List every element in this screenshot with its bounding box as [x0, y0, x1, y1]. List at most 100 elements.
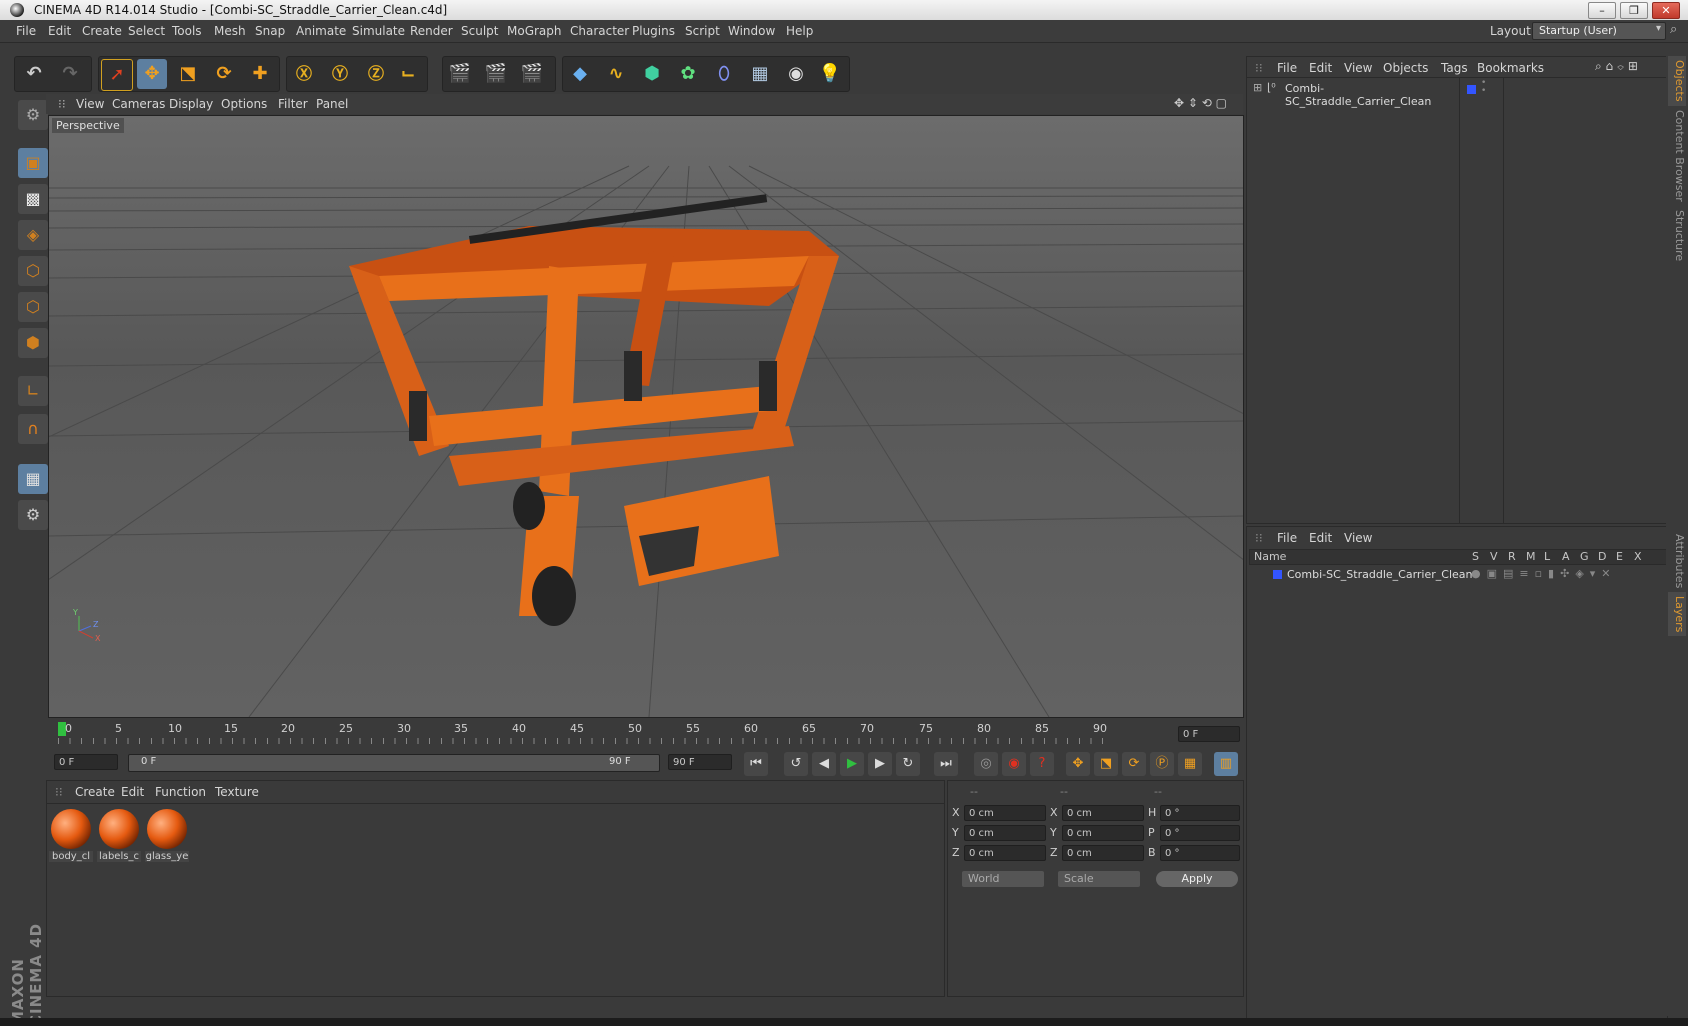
floor-icon[interactable]: ▦ — [745, 59, 775, 89]
transform-mode-dropdown[interactable]: Scale — [1058, 871, 1140, 887]
texture-mode-icon[interactable]: ▩ — [18, 184, 48, 214]
coordinate-system-icon[interactable]: ⌙ — [393, 59, 423, 89]
menu-simulate[interactable]: Simulate — [352, 24, 405, 38]
camera-icon[interactable]: ◉ — [781, 59, 811, 89]
next-key-icon[interactable]: ↻ — [896, 752, 920, 776]
menu-create[interactable]: Create — [82, 24, 122, 38]
key-rotation-icon[interactable]: ⟳ — [1122, 752, 1146, 776]
viewport-menu-filter[interactable]: Filter — [278, 97, 308, 111]
material-menu-texture[interactable]: Texture — [215, 785, 259, 799]
x-axis-lock-icon[interactable]: Ⓧ — [289, 59, 319, 89]
apply-button[interactable]: Apply — [1156, 871, 1238, 887]
menu-help[interactable]: Help — [786, 24, 813, 38]
menu-plugins[interactable]: Plugins — [632, 24, 675, 38]
next-frame-icon[interactable]: ▶ — [868, 752, 892, 776]
redo-icon[interactable]: ↷ — [55, 59, 85, 89]
rotate-tool-icon[interactable]: ⟳ — [209, 59, 239, 89]
spline-icon[interactable]: ∿ — [601, 59, 631, 89]
position-y-field[interactable]: 0 cm — [964, 825, 1046, 841]
viewport-menu-options[interactable]: Options — [221, 97, 267, 111]
position-x-field[interactable]: 0 cm — [964, 805, 1046, 821]
search-icon[interactable]: ⌕ ⌂ ⌔ ⊞ — [1595, 59, 1638, 74]
layer-color-swatch[interactable] — [1273, 570, 1282, 579]
object-menu-file[interactable]: File — [1277, 61, 1297, 75]
key-help-icon[interactable]: ? — [1030, 752, 1054, 776]
previous-key-icon[interactable]: ↺ — [784, 752, 808, 776]
model-mode-icon[interactable]: ▣ — [18, 148, 48, 178]
menu-edit[interactable]: Edit — [48, 24, 71, 38]
layer-menu-edit[interactable]: Edit — [1309, 531, 1332, 545]
scale-x-field[interactable]: 0 cm — [1062, 805, 1144, 821]
tab-structure[interactable]: Structure — [1668, 206, 1686, 265]
material-swatch[interactable]: body_cl — [49, 807, 93, 862]
object-menu-bookmarks[interactable]: Bookmarks — [1477, 61, 1544, 75]
material-swatch[interactable]: glass_ye — [145, 807, 189, 862]
layer-flags-icons[interactable]: ●▣▤≡▫▮✣◈▾✕ — [1471, 567, 1617, 580]
tab-layers[interactable]: Layers — [1668, 592, 1686, 637]
light-icon[interactable]: 💡 — [815, 59, 845, 89]
rotation-p-field[interactable]: 0 ° — [1160, 825, 1240, 841]
scale-z-field[interactable]: 0 cm — [1062, 845, 1144, 861]
material-menu-create[interactable]: Create — [75, 785, 115, 799]
points-mode-icon[interactable]: ⬡ — [18, 256, 48, 286]
tab-attributes[interactable]: Attributes — [1668, 530, 1686, 592]
make-editable-icon[interactable]: ⚙ — [18, 100, 48, 130]
layout-dropdown[interactable]: Startup (User) ▾ — [1532, 22, 1666, 40]
end-frame-field[interactable]: 90 F — [668, 754, 732, 770]
cube-icon[interactable]: ◆ — [565, 59, 595, 89]
menu-character[interactable]: Character — [570, 24, 629, 38]
start-frame-field[interactable]: 0 F — [54, 754, 118, 770]
key-position-icon[interactable]: ✥ — [1066, 752, 1090, 776]
deformer-icon[interactable]: ⬯ — [709, 59, 739, 89]
y-axis-lock-icon[interactable]: Ⓨ — [325, 59, 355, 89]
range-slider[interactable]: 0 F 90 F — [128, 754, 660, 772]
polygons-mode-icon[interactable]: ⬢ — [18, 328, 48, 358]
scale-y-field[interactable]: 0 cm — [1062, 825, 1144, 841]
visibility-dots-icon[interactable]: • • — [1481, 79, 1486, 96]
object-row[interactable]: ⊞ ⌊⁰ Combi-SC_Straddle_Carrier_Clean — [1251, 81, 1459, 108]
material-menu-function[interactable]: Function — [155, 785, 206, 799]
scale-tool-icon[interactable]: ⬔ — [173, 59, 203, 89]
material-menu-edit[interactable]: Edit — [121, 785, 144, 799]
move-tool-icon[interactable]: ✥ — [137, 59, 167, 89]
close-button[interactable]: ✕ — [1652, 2, 1680, 19]
z-axis-lock-icon[interactable]: Ⓩ — [361, 59, 391, 89]
edges-mode-icon[interactable]: ⬡ — [18, 292, 48, 322]
menu-render[interactable]: Render — [410, 24, 453, 38]
coordinate-mode-dropdown[interactable]: World — [962, 871, 1044, 887]
perspective-viewport[interactable]: Perspective Y Z X — [48, 115, 1244, 718]
position-z-field[interactable]: 0 cm — [964, 845, 1046, 861]
go-to-end-icon[interactable]: ⏭ — [934, 752, 958, 776]
menu-select[interactable]: Select — [128, 24, 165, 38]
array-icon[interactable]: ✿ — [673, 59, 703, 89]
rotation-b-field[interactable]: 0 ° — [1160, 845, 1240, 861]
viewport-menu-display[interactable]: Display — [169, 97, 213, 111]
nurbs-icon[interactable]: ⬢ — [637, 59, 667, 89]
menu-animate[interactable]: Animate — [296, 24, 346, 38]
render-settings-icon[interactable]: 🎬 — [517, 59, 547, 89]
viewport-menu-cameras[interactable]: Cameras — [112, 97, 165, 111]
menu-tools[interactable]: Tools — [172, 24, 202, 38]
axis-mode-icon[interactable]: ∟ — [18, 376, 48, 406]
material-swatch[interactable]: labels_c — [97, 807, 141, 862]
autokey-icon[interactable]: ◉ — [1002, 752, 1026, 776]
render-view-icon[interactable]: 🎬 — [445, 59, 475, 89]
key-parameter-icon[interactable]: Ⓟ — [1150, 752, 1174, 776]
search-icon[interactable]: ⌕ — [1670, 22, 1677, 37]
object-menu-tags[interactable]: Tags — [1441, 61, 1468, 75]
menu-sculpt[interactable]: Sculpt — [461, 24, 498, 38]
key-scale-icon[interactable]: ⬔ — [1094, 752, 1118, 776]
workplane-mode-icon[interactable]: ◈ — [18, 220, 48, 250]
timeline-toggle-icon[interactable]: ▥ — [1214, 752, 1238, 776]
render-picture-viewer-icon[interactable]: 🎬 — [481, 59, 511, 89]
timeline-ruler[interactable]: 0 5 10 15 20 25 30 35 40 45 50 55 60 65 … — [48, 722, 1242, 750]
layer-row[interactable]: Combi-SC_Straddle_Carrier_Clean ●▣▤≡▫▮✣◈… — [1251, 567, 1663, 583]
layer-color-swatch[interactable] — [1467, 85, 1476, 94]
selection-tool-icon[interactable]: ➚ — [101, 59, 133, 91]
previous-frame-icon[interactable]: ◀ — [812, 752, 836, 776]
viewport-nav-icon[interactable]: ✥ ⇕ ⟲ ▢ — [1174, 96, 1227, 110]
menu-mograph[interactable]: MoGraph — [507, 24, 562, 38]
object-menu-view[interactable]: View — [1344, 61, 1372, 75]
object-menu-objects[interactable]: Objects — [1383, 61, 1428, 75]
object-menu-edit[interactable]: Edit — [1309, 61, 1332, 75]
